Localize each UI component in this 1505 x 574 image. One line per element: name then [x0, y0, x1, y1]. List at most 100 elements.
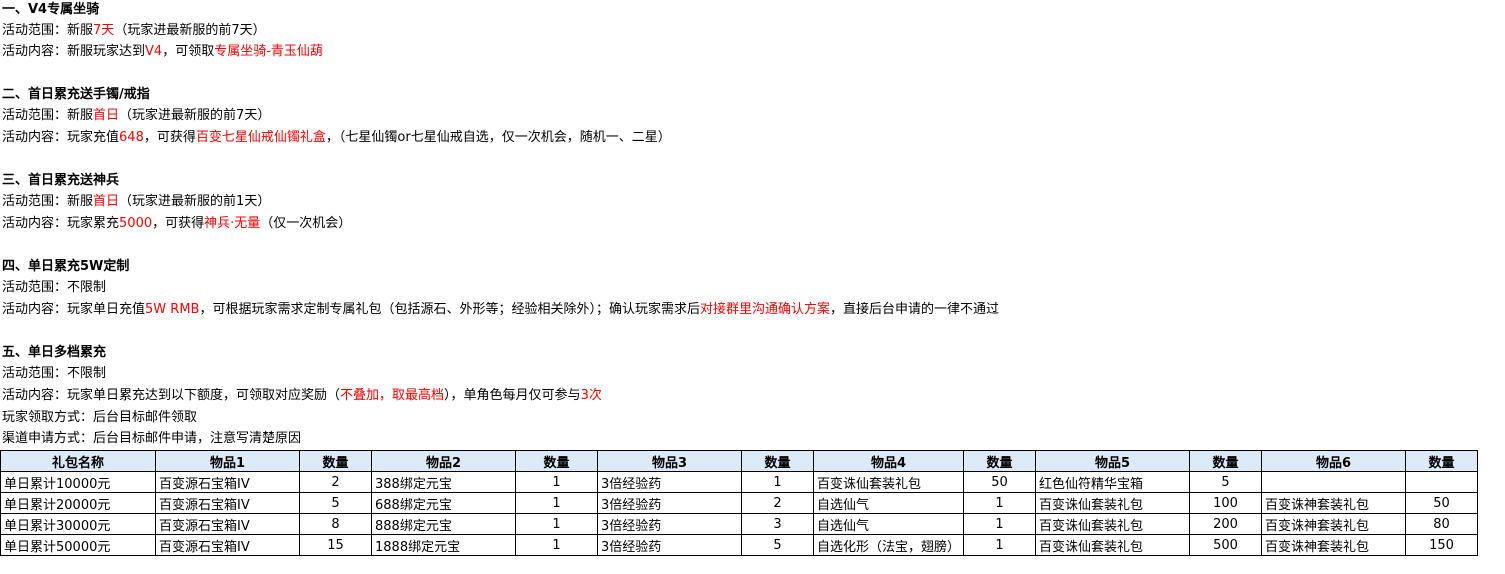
table-cell[interactable]: 红色仙符精华宝箱: [1035, 471, 1191, 493]
table-cell[interactable]: 1: [515, 471, 598, 493]
header-qty-3[interactable]: 数量: [741, 450, 814, 472]
header-item-3[interactable]: 物品3: [597, 450, 742, 472]
table-cell[interactable]: 80: [1405, 513, 1479, 535]
table-cell[interactable]: 8: [299, 513, 372, 535]
header-qty-2[interactable]: 数量: [515, 450, 598, 472]
table-cell[interactable]: 5: [1189, 471, 1263, 493]
table-cell[interactable]: 百变诛仙套装礼包: [1035, 513, 1191, 535]
scope-highlight: 首日: [93, 194, 120, 209]
table-cell[interactable]: 百变诛仙套装礼包: [1035, 534, 1191, 556]
table-cell[interactable]: 3倍经验药: [597, 492, 742, 514]
scope-note: （玩家进最新服的前7天）: [114, 23, 266, 38]
table-cell[interactable]: 888绑定元宝: [371, 513, 516, 535]
content-text: 玩家单日累充达到以下额度，可领取对应奖励（: [67, 388, 341, 403]
section-5-claim[interactable]: 玩家领取方式：后台目标邮件领取: [2, 407, 197, 428]
section-5-channel[interactable]: 渠道申请方式：后台目标邮件申请，注意写清楚原因: [2, 428, 301, 449]
section-5-content[interactable]: 活动内容：玩家单日累充达到以下额度，可领取对应奖励（不叠加，取最高档），单角色每…: [2, 385, 602, 406]
content-text: ），单角色每月仅可参与: [444, 388, 581, 403]
header-item-1[interactable]: 物品1: [155, 450, 300, 472]
content-text: 玩家充值: [67, 130, 120, 145]
header-qty-4[interactable]: 数量: [963, 450, 1037, 472]
content-note: ，直接后台申请的一律不通过: [830, 302, 1000, 317]
table-cell[interactable]: 单日累计20000元: [0, 492, 156, 514]
section-1-scope[interactable]: 活动范围：新服7天（玩家进最新服的前7天）: [2, 20, 266, 41]
table-cell[interactable]: 单日累计10000元: [0, 471, 156, 493]
content-highlight: 648: [119, 130, 144, 145]
section-5-scope[interactable]: 活动范围：不限制: [2, 363, 106, 384]
table-cell[interactable]: 100: [1189, 492, 1263, 514]
content-label: 活动内容：: [2, 216, 68, 231]
table-cell[interactable]: 388绑定元宝: [371, 471, 516, 493]
table-cell[interactable]: 150: [1405, 534, 1479, 556]
section-5-title[interactable]: 五、单日多档累充: [2, 342, 106, 363]
header-item-5[interactable]: 物品5: [1035, 450, 1191, 472]
table-cell[interactable]: 自选仙气: [812, 513, 965, 535]
table-cell[interactable]: 5: [299, 492, 372, 514]
content-label: 活动内容：: [2, 302, 68, 317]
section-2-content[interactable]: 活动内容：玩家充值648，可获得百变七星仙戒仙镯礼盒，（七星仙镯or七星仙戒自选…: [2, 127, 671, 148]
table-cell[interactable]: 3倍经验药: [597, 471, 742, 493]
section-3-scope[interactable]: 活动范围：新服首日（玩家进最新服的前1天）: [2, 191, 270, 212]
section-2-title[interactable]: 二、首日累充送手镯/戒指: [2, 84, 150, 105]
section-3-content[interactable]: 活动内容：玩家累充5000，可获得神兵·无量（仅一次机会）: [2, 213, 351, 234]
table-cell[interactable]: 百变源石宝箱IV: [155, 492, 300, 514]
table-cell[interactable]: 百变源石宝箱IV: [155, 534, 300, 556]
table-cell[interactable]: 百变源石宝箱IV: [155, 513, 300, 535]
table-cell[interactable]: 1888绑定元宝: [371, 534, 516, 556]
content-label: 活动内容：: [2, 44, 68, 59]
header-item-6[interactable]: 物品6: [1261, 450, 1407, 472]
table-cell[interactable]: 1: [515, 492, 598, 514]
table-cell[interactable]: 2: [741, 492, 814, 514]
scope-highlight: 7天: [93, 23, 115, 38]
section-4-title[interactable]: 四、单日累充5W定制: [2, 256, 129, 277]
table-cell[interactable]: 百变诛仙套装礼包: [1035, 492, 1191, 514]
table-cell[interactable]: 百变诛神套装礼包: [1261, 513, 1407, 535]
table-cell[interactable]: 1: [515, 513, 598, 535]
content-note: ，（七星仙镯or七星仙戒自选，仅一次机会，随机一、二星）: [325, 130, 671, 145]
table-cell[interactable]: 自选仙气: [812, 492, 965, 514]
table-cell[interactable]: 1: [963, 513, 1037, 535]
table-row: 单日累计30000元 百变源石宝箱IV 8 888绑定元宝 1 3倍经验药 3 …: [0, 513, 1479, 535]
table-cell[interactable]: 单日累计50000元: [0, 534, 156, 556]
table-cell[interactable]: 1: [963, 534, 1037, 556]
table-cell[interactable]: [1405, 471, 1479, 493]
content-note: （仅一次机会）: [260, 216, 352, 231]
scope-text: 新服: [67, 108, 94, 123]
content-label: 活动内容：: [2, 130, 68, 145]
table-cell[interactable]: 单日累计30000元: [0, 513, 156, 535]
section-2-scope[interactable]: 活动范围：新服首日（玩家进最新服的前7天）: [2, 105, 270, 126]
table-cell[interactable]: 2: [299, 471, 372, 493]
table-cell[interactable]: 1: [741, 471, 814, 493]
section-1-title[interactable]: 一、V4专属坐骑: [2, 0, 99, 20]
table-cell[interactable]: 百变诛仙套装礼包: [812, 471, 965, 493]
header-package-name[interactable]: 礼包名称: [0, 450, 156, 472]
table-cell[interactable]: 1: [515, 534, 598, 556]
table-cell[interactable]: 百变诛神套装礼包: [1261, 492, 1407, 514]
table-cell[interactable]: 百变诛神套装礼包: [1261, 534, 1407, 556]
table-cell[interactable]: 3倍经验药: [597, 534, 742, 556]
table-cell[interactable]: 500: [1189, 534, 1263, 556]
header-item-4[interactable]: 物品4: [812, 450, 965, 472]
header-qty-6[interactable]: 数量: [1405, 450, 1479, 472]
table-cell[interactable]: 15: [299, 534, 372, 556]
table-cell[interactable]: 688绑定元宝: [371, 492, 516, 514]
header-qty-1[interactable]: 数量: [299, 450, 372, 472]
table-cell[interactable]: 5: [741, 534, 814, 556]
table-cell[interactable]: [1261, 471, 1407, 493]
content-highlight: 5W RMB: [145, 302, 200, 317]
table-cell[interactable]: 200: [1189, 513, 1263, 535]
table-cell[interactable]: 自选化形（法宝，翅膀）: [812, 534, 965, 556]
section-4-content[interactable]: 活动内容：玩家单日充值5W RMB，可根据玩家需求定制专属礼包（包括源石、外形等…: [2, 299, 999, 320]
content-highlight: 5000: [119, 216, 153, 231]
table-cell[interactable]: 1: [963, 492, 1037, 514]
section-3-title[interactable]: 三、首日累充送神兵: [2, 170, 119, 191]
table-cell[interactable]: 3倍经验药: [597, 513, 742, 535]
header-item-2[interactable]: 物品2: [371, 450, 516, 472]
section-4-scope[interactable]: 活动范围：不限制: [2, 277, 106, 298]
header-qty-5[interactable]: 数量: [1189, 450, 1263, 472]
table-cell[interactable]: 50: [1405, 492, 1479, 514]
table-cell[interactable]: 3: [741, 513, 814, 535]
table-cell[interactable]: 50: [963, 471, 1037, 493]
section-1-content[interactable]: 活动内容：新服玩家达到V4，可领取专属坐骑-青玉仙葫: [2, 41, 323, 62]
table-cell[interactable]: 百变源石宝箱IV: [155, 471, 300, 493]
